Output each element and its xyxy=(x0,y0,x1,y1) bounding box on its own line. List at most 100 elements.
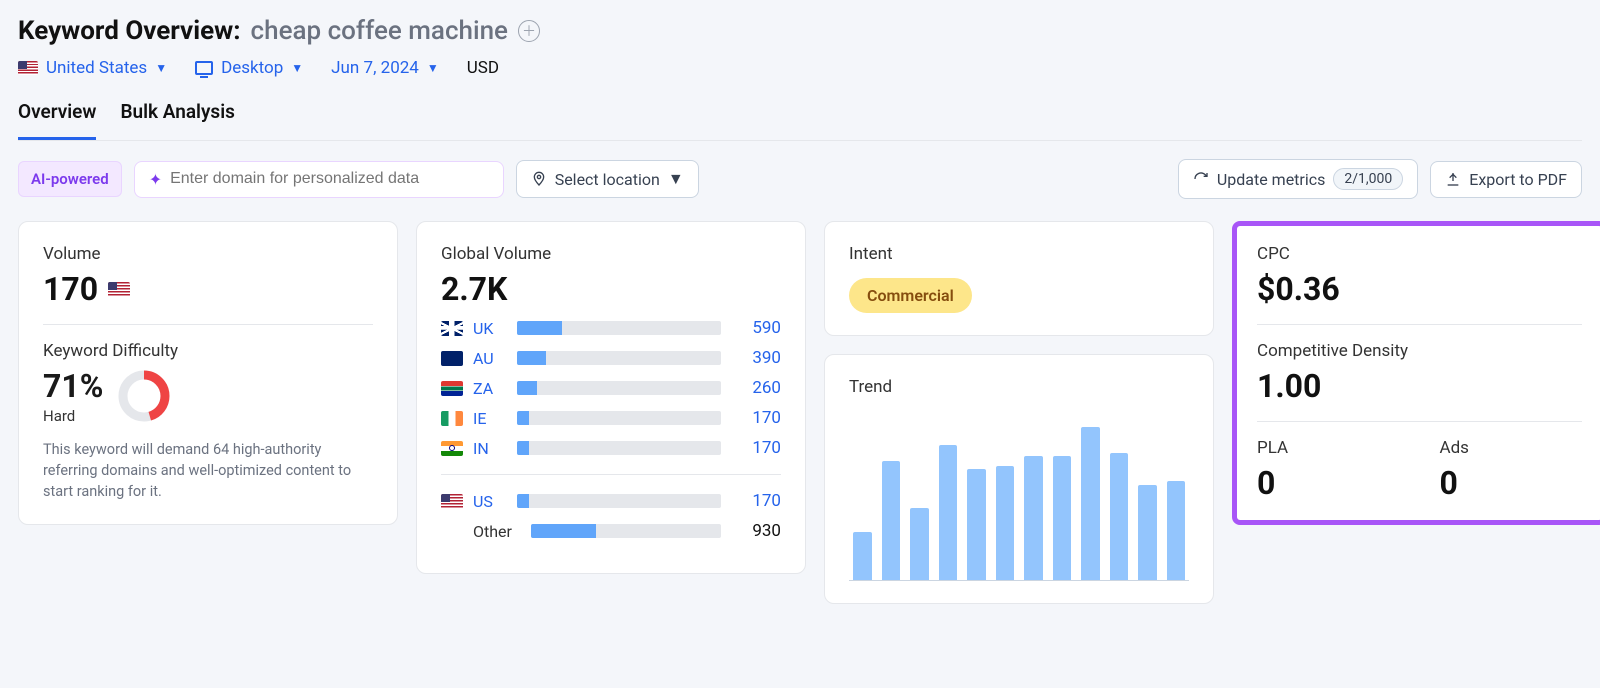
trend-bar xyxy=(1053,456,1072,580)
chevron-down-icon: ▼ xyxy=(668,169,684,189)
card-global-volume: Global Volume 2.7K UK 590 AU 390 ZA 260 … xyxy=(416,221,806,574)
flag-icon xyxy=(441,351,463,366)
gv-row[interactable]: UK 590 xyxy=(441,318,781,338)
sparkle-icon: ✦ xyxy=(149,170,162,189)
intent-badge: Commercial xyxy=(849,278,972,313)
tab-bulk-analysis[interactable]: Bulk Analysis xyxy=(120,100,234,140)
cd-label: Competitive Density xyxy=(1257,341,1582,361)
export-label: Export to PDF xyxy=(1469,170,1567,189)
gv-code: IE xyxy=(473,409,507,428)
divider xyxy=(1257,421,1582,422)
gv-value: 590 xyxy=(731,318,781,338)
desktop-icon xyxy=(195,61,213,75)
filter-date-label: Jun 7, 2024 xyxy=(331,58,419,78)
filter-date[interactable]: Jun 7, 2024 ▼ xyxy=(331,58,439,78)
pin-icon xyxy=(531,171,547,187)
flag-icon xyxy=(441,411,463,426)
ads-value: 0 xyxy=(1440,464,1583,502)
gv-row-us[interactable]: US 170 xyxy=(441,491,781,511)
filter-country-label: United States xyxy=(46,58,147,78)
card-cpc: CPC $0.36 Competitive Density 1.00 PLA 0… xyxy=(1232,221,1600,525)
trend-bar xyxy=(996,466,1015,580)
gv-bar xyxy=(517,381,721,395)
volume-value-row: 170 xyxy=(43,270,373,308)
card-intent: Intent Commercial xyxy=(824,221,1214,336)
filter-device[interactable]: Desktop ▼ xyxy=(195,58,303,78)
tab-overview[interactable]: Overview xyxy=(18,100,96,140)
gv-value: 170 xyxy=(731,491,781,511)
gv-bar xyxy=(517,441,721,455)
cards-grid: Volume 170 Keyword Difficulty 71% Hard T… xyxy=(18,221,1582,604)
filter-country[interactable]: United States ▼ xyxy=(18,58,167,78)
gv-bar xyxy=(531,524,721,538)
gv-value: 390 xyxy=(731,348,781,368)
trend-bar xyxy=(853,532,872,580)
gv-row[interactable]: IN 170 xyxy=(441,438,781,458)
title-prefix: Keyword Overview: xyxy=(18,16,241,46)
trend-bar xyxy=(1167,481,1186,580)
volume-label: Volume xyxy=(43,244,373,264)
gv-row[interactable]: IE 170 xyxy=(441,408,781,428)
trend-bar xyxy=(1024,456,1043,580)
trend-chart xyxy=(849,421,1189,581)
filters-row: United States ▼ Desktop ▼ Jun 7, 2024 ▼ … xyxy=(18,58,1582,78)
gv-code: AU xyxy=(473,349,507,368)
cpc-value: $0.36 xyxy=(1257,270,1582,308)
volume-value: 170 xyxy=(43,270,98,308)
gv-bar xyxy=(517,411,721,425)
trend-bar xyxy=(1110,453,1129,580)
update-metrics-button[interactable]: Update metrics 2/1,000 xyxy=(1178,159,1418,199)
gv-bar xyxy=(517,321,721,335)
export-icon xyxy=(1445,171,1461,187)
page-header: Keyword Overview: cheap coffee machine ＋ xyxy=(18,16,1582,46)
divider xyxy=(441,474,781,475)
filter-currency: USD xyxy=(467,58,499,78)
gv-code: Other xyxy=(473,522,521,541)
divider xyxy=(1257,324,1582,325)
gv-row[interactable]: AU 390 xyxy=(441,348,781,368)
gv-code: ZA xyxy=(473,379,507,398)
pla-value: 0 xyxy=(1257,464,1400,502)
column-intent-trend: Intent Commercial Trend xyxy=(824,221,1214,604)
kd-row: 71% Hard xyxy=(43,367,373,425)
pla-label: PLA xyxy=(1257,438,1400,458)
kd-description: This keyword will demand 64 high-authori… xyxy=(43,439,373,502)
gv-value: 260 xyxy=(731,378,781,398)
update-count-pill: 2/1,000 xyxy=(1333,168,1403,190)
gv-row[interactable]: ZA 260 xyxy=(441,378,781,398)
gv-rows: UK 590 AU 390 ZA 260 IE 170 IN 170 xyxy=(441,318,781,458)
refresh-icon xyxy=(1193,171,1209,187)
trend-bar xyxy=(1081,427,1100,580)
flag-icon xyxy=(18,61,38,75)
filter-device-label: Desktop xyxy=(221,58,283,78)
gv-bar xyxy=(517,494,721,508)
flag-icon xyxy=(441,494,463,509)
kd-label: Keyword Difficulty xyxy=(43,341,373,361)
domain-input-wrap[interactable]: ✦ xyxy=(134,161,504,198)
trend-label: Trend xyxy=(849,377,1189,397)
intent-label: Intent xyxy=(849,244,1189,264)
title-keyword: cheap coffee machine xyxy=(251,16,508,46)
export-pdf-button[interactable]: Export to PDF xyxy=(1430,161,1582,198)
domain-input[interactable] xyxy=(170,170,489,188)
cpc-label: CPC xyxy=(1257,244,1582,264)
gv-row-other: Other 930 xyxy=(441,521,781,541)
trend-bar xyxy=(910,508,929,580)
gv-value: 2.7K xyxy=(441,270,781,308)
location-select[interactable]: Select location ▼ xyxy=(516,160,699,198)
chevron-down-icon: ▼ xyxy=(291,61,303,75)
kd-donut-chart xyxy=(117,369,171,423)
add-keyword-icon[interactable]: ＋ xyxy=(518,20,540,42)
divider xyxy=(43,324,373,325)
tabs: Overview Bulk Analysis xyxy=(18,100,1582,141)
toolbar: AI-powered ✦ Select location ▼ Update me… xyxy=(18,159,1582,199)
update-metrics-label: Update metrics xyxy=(1217,170,1325,189)
kd-rating: Hard xyxy=(43,407,103,425)
gv-label: Global Volume xyxy=(441,244,781,264)
gv-code: IN xyxy=(473,439,507,458)
trend-bar xyxy=(882,461,901,580)
ai-powered-badge: AI-powered xyxy=(18,161,122,197)
chevron-down-icon: ▼ xyxy=(427,61,439,75)
card-volume: Volume 170 Keyword Difficulty 71% Hard T… xyxy=(18,221,398,525)
trend-bar xyxy=(939,445,958,580)
